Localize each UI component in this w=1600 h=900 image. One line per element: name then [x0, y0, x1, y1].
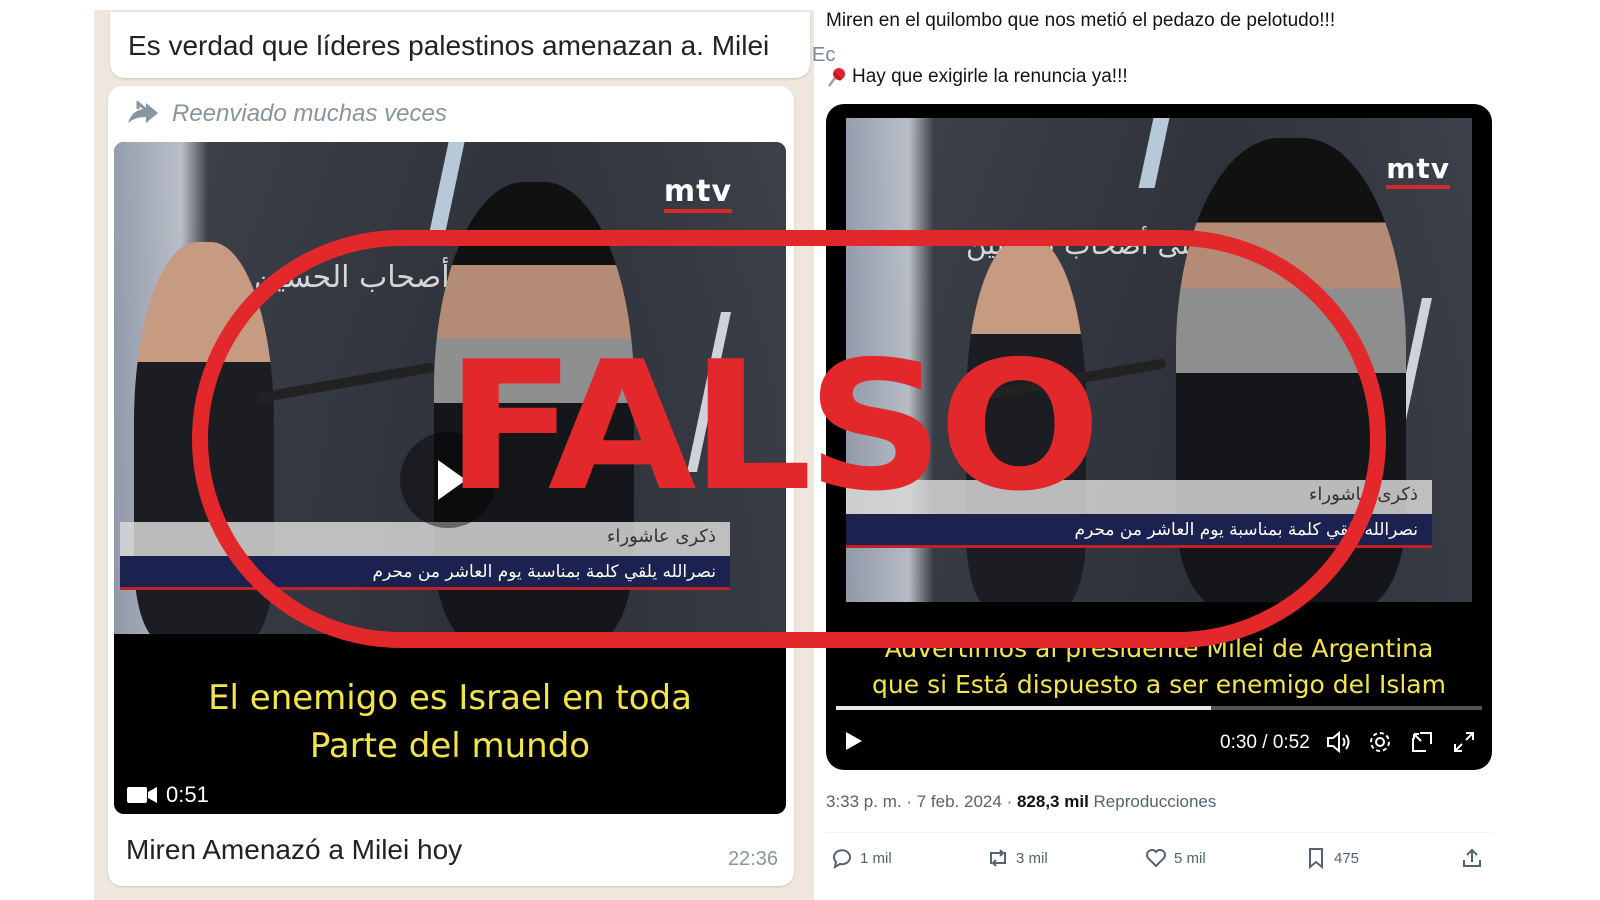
meta-separator: · [906, 792, 913, 811]
share-icon [1463, 848, 1481, 867]
tweet-time[interactable]: 3:33 p. m. [826, 792, 902, 811]
repost-icon [990, 849, 1006, 867]
video-controls: 0:30 / 0:52 [826, 722, 1492, 762]
video-subtitle-line-2: que si Está dispuesto a ser enemigo del … [872, 670, 1446, 699]
reply-count: 1 mil [860, 849, 892, 867]
bookmark-button[interactable]: 475 [1304, 846, 1359, 870]
channel-logo: mtv [663, 174, 733, 213]
reply-icon [833, 849, 851, 870]
reply-button[interactable]: 1 mil [830, 846, 892, 870]
video-camera-icon [127, 787, 157, 803]
tweet-text-line-2: Hay que exigirle la renuncia ya!!! [826, 66, 1128, 88]
video-progress-bar[interactable] [836, 706, 1482, 710]
whatsapp-quoted-message[interactable]: Es verdad que líderes palestinos amenaza… [110, 12, 810, 78]
tweet-metadata: 3:33 p. m. · 7 feb. 2024 · 828,3 mil Rep… [826, 792, 1216, 812]
bookmark-icon [1309, 848, 1323, 870]
volume-icon[interactable] [1326, 730, 1352, 754]
quoted-message-text: Es verdad que líderes palestinos amenaza… [128, 30, 770, 61]
like-icon [1146, 849, 1166, 868]
like-button[interactable]: 5 mil [1144, 846, 1206, 870]
video-subtitle-line-1: Advertimos al presidente Milei de Argent… [884, 634, 1434, 663]
lower-third-text: نصرالله يلقي كلمة بمناسبة يوم العاشر من … [1074, 520, 1418, 540]
video-duration: 0:51 [126, 782, 209, 808]
forward-icon [128, 101, 158, 123]
video-subtitle-line-1: El enemigo es Israel en toda [208, 678, 692, 718]
video-progress-fill [836, 706, 1211, 710]
falso-stamp-text: FALSO [444, 323, 1102, 530]
repost-button[interactable]: 3 mil [986, 846, 1048, 870]
forwarded-label: Reenviado muchas veces [172, 100, 447, 127]
video-subtitle-line-2: Parte del mundo [309, 726, 591, 766]
settings-gear-icon[interactable] [1368, 730, 1392, 754]
message-caption: Miren Amenazó a Milei hoy [126, 834, 463, 865]
video-time-display: 0:30 / 0:52 [1220, 732, 1310, 753]
forwarded-indicator: Reenviado muchas veces [126, 100, 447, 128]
pip-icon[interactable] [1410, 730, 1434, 754]
tweet-text-line-1: Miren en el quilombo que nos metió el pe… [826, 10, 1336, 31]
play-icon[interactable] [842, 730, 864, 752]
lower-third-title: ذكرى عاشوراء [1308, 484, 1418, 505]
fullscreen-icon[interactable] [1452, 730, 1476, 754]
views-label: Reproducciones [1093, 792, 1217, 811]
bookmark-count: 475 [1334, 849, 1360, 867]
like-count: 5 mil [1174, 849, 1206, 867]
repost-count: 3 mil [1016, 849, 1048, 867]
views-count: 828,3 mil [1016, 792, 1089, 811]
share-button[interactable] [1460, 846, 1484, 870]
pushpin-icon [828, 68, 845, 87]
tweet-date[interactable]: 7 feb. 2024 [917, 792, 1002, 811]
channel-logo: mtv [1386, 152, 1450, 189]
divider [826, 832, 1492, 833]
cropped-text-fragment: Ec [812, 44, 836, 66]
tweet-text-line-2-label: Hay que exigirle la renuncia ya!!! [852, 66, 1128, 87]
meta-separator: · [1006, 792, 1013, 811]
tweet-action-bar: 1 mil 3 mil 5 mil 475 [826, 846, 1492, 876]
lower-third-text: نصرالله يلقي كلمة بمناسبة يوم العاشر من … [372, 562, 716, 582]
duration-text: 0:51 [166, 782, 209, 807]
message-timestamp: 22:36 [727, 848, 778, 870]
